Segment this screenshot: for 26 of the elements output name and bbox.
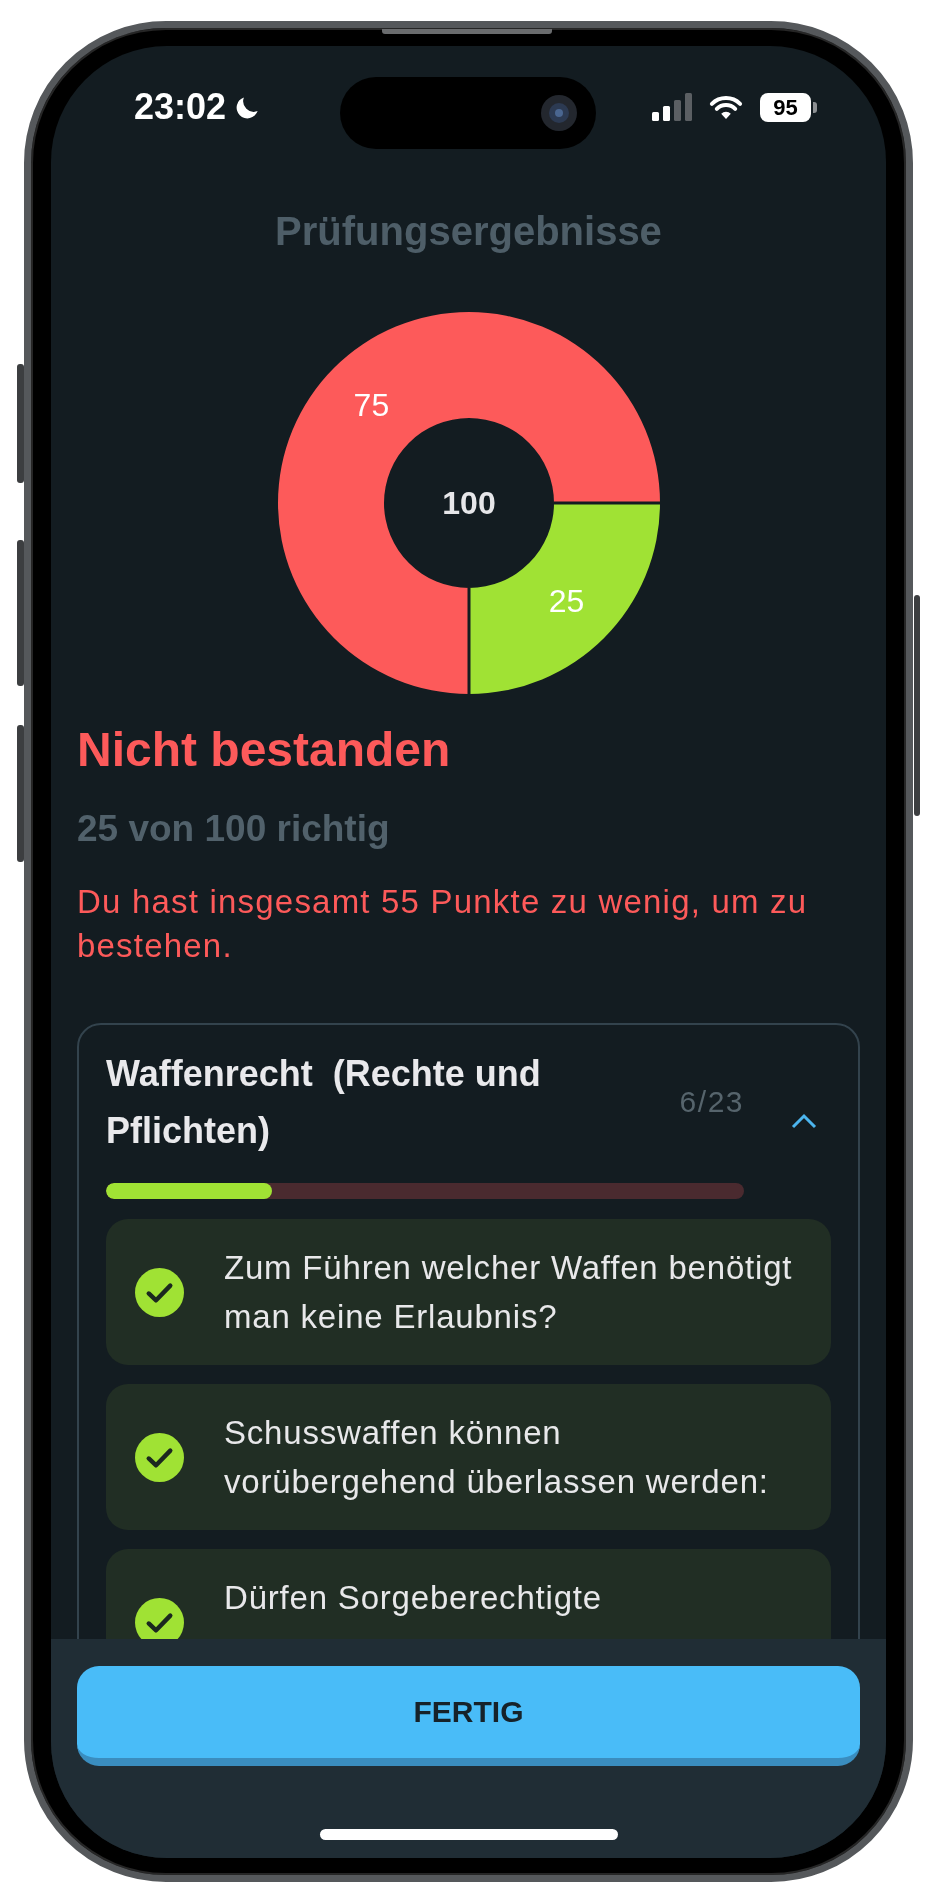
slice-label: 75 xyxy=(353,387,389,424)
result-message: Du hast insgesamt 55 Punkte zu wenig, um zu bestehen. xyxy=(77,882,809,966)
question-text: Zum Führen welcher Waffen benötigt man keine Erlaubnis? xyxy=(224,1248,794,1337)
battery-indicator: 95 xyxy=(760,92,817,122)
side-button[interactable] xyxy=(17,540,24,686)
question-text: Dürfen Sorgeberechtigte xyxy=(224,1578,603,1618)
camera-icon xyxy=(541,95,577,131)
result-status: Nicht bestanden xyxy=(77,722,452,778)
question-item[interactable]: Dürfen Sorgeberechtigte xyxy=(106,1549,831,1639)
chevron-icon[interactable] xyxy=(791,1113,817,1129)
score-text: 25 von 100 richtig xyxy=(77,808,391,850)
signal-icon xyxy=(652,93,692,121)
side-button[interactable] xyxy=(17,725,24,862)
category-count: 6/23 xyxy=(679,1084,744,1120)
question-text: Schusswaffen können vorübergehend überlassen werden: xyxy=(224,1413,770,1502)
page-title: Prüfungsergebnisse xyxy=(274,209,663,253)
side-button[interactable] xyxy=(17,364,24,483)
question-item[interactable]: Zum Führen welcher Waffen benötigt man keine Erlaubnis? xyxy=(106,1219,831,1365)
wifi-icon xyxy=(708,94,744,120)
done-button[interactable]: FERTIG xyxy=(77,1666,860,1766)
category-title: Waffenrecht (Rechte und Pflichten) xyxy=(106,1052,542,1153)
slice-label: 25 xyxy=(548,582,584,619)
total-label: 100 xyxy=(441,485,496,521)
status-time: 23:02 xyxy=(134,87,227,127)
side-button[interactable] xyxy=(914,595,920,816)
question-item[interactable]: Schusswaffen können vorübergehend überlassen werden: xyxy=(106,1384,831,1530)
